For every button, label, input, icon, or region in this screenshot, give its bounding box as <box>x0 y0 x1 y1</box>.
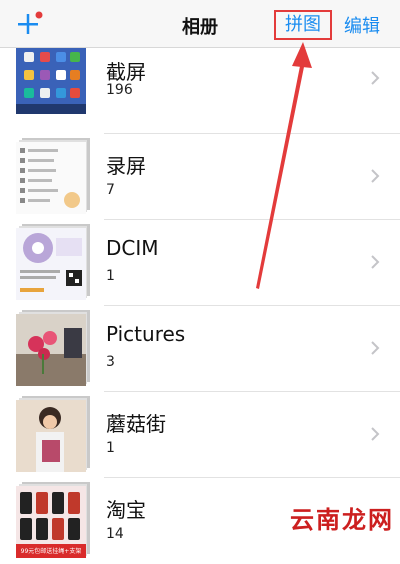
album-thumbnail <box>16 138 90 214</box>
edit-button[interactable]: 编辑 <box>344 12 380 38</box>
album-thumbnail <box>16 396 90 472</box>
album-row[interactable]: Pictures 3 <box>0 306 400 392</box>
album-name: 截屏 <box>106 60 146 84</box>
album-count: 1 <box>106 268 115 284</box>
album-name: 蘑菇街 <box>106 412 166 436</box>
album-list: 截屏 196 录屏 7 DCIM 1 Pictures 3 蘑菇街 1 99元包… <box>0 48 400 564</box>
chevron-right-icon <box>371 341 380 355</box>
album-count: 3 <box>106 354 115 370</box>
chevron-right-icon <box>371 427 380 441</box>
flowers-photo-thumbnail-icon <box>16 314 86 386</box>
collage-button[interactable]: 拼图 <box>274 10 332 40</box>
chevron-right-icon <box>371 255 380 269</box>
album-thumbnail: 99元包邮送挂绳+支架 <box>16 482 90 558</box>
album-row[interactable]: 录屏 7 <box>0 134 400 220</box>
album-count: 1 <box>106 440 115 456</box>
chevron-right-icon <box>371 169 380 183</box>
portrait-photo-thumbnail-icon <box>16 400 86 472</box>
page-title: 相册 <box>182 17 218 38</box>
album-name: Pictures <box>106 322 186 346</box>
album-thumbnail <box>16 224 90 300</box>
album-count: 14 <box>106 526 124 542</box>
camera-roll-thumbnail-icon <box>16 228 86 300</box>
chevron-right-icon <box>371 71 380 85</box>
album-count: 196 <box>106 82 133 98</box>
screenshot-thumbnail-icon <box>16 48 86 114</box>
album-name: 录屏 <box>106 154 146 178</box>
watermark: 云南龙网 <box>290 505 394 534</box>
album-row[interactable]: 蘑菇街 1 <box>0 392 400 478</box>
album-name: 淘宝 <box>106 498 146 522</box>
album-row[interactable]: 截屏 196 <box>0 48 400 134</box>
navigation-bar: 相册 拼图 编辑 <box>0 0 400 48</box>
thumbnail-banner-text: 99元包邮送挂绳+支架 <box>20 548 82 555</box>
album-thumbnail <box>16 310 90 386</box>
album-row[interactable]: DCIM 1 <box>0 220 400 306</box>
screen-recording-thumbnail-icon <box>16 142 86 214</box>
album-name: DCIM <box>106 236 159 260</box>
album-count: 7 <box>106 182 115 198</box>
album-thumbnail <box>16 48 90 122</box>
